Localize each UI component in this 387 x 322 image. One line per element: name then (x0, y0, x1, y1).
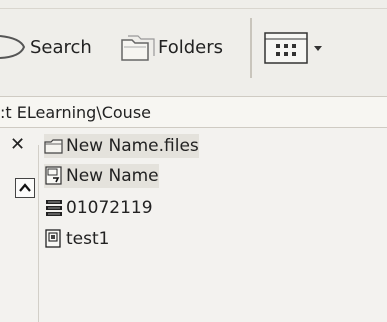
toolbar: Search Folders (0, 0, 387, 96)
list-item[interactable]: test1 (44, 227, 109, 251)
search-button-label: Search (30, 36, 92, 58)
toolbar-separator (250, 18, 252, 78)
file-name: New Name (66, 166, 159, 186)
close-icon[interactable]: ✕ (10, 134, 25, 155)
views-button[interactable] (262, 29, 328, 67)
views-icon (264, 32, 322, 64)
chevron-down-icon (314, 46, 322, 51)
folders-button-label: Folders (158, 36, 224, 58)
search-icon (0, 35, 26, 59)
folders-icon (121, 35, 155, 61)
address-bar[interactable]: :t ELearning\Couse (0, 96, 387, 128)
file-name: New Name.files (66, 136, 199, 156)
pane-divider (38, 145, 39, 322)
folders-button[interactable]: Folders (118, 30, 223, 64)
left-pane (0, 127, 40, 322)
scroll-up-button[interactable] (15, 178, 35, 198)
address-path: :t ELearning\Couse (0, 103, 151, 122)
web-page-icon (45, 166, 62, 185)
folder-icon (44, 139, 63, 154)
list-item[interactable]: 01072119 (44, 196, 153, 220)
file-name: test1 (66, 229, 110, 249)
search-button[interactable]: Search (0, 30, 92, 64)
file-name: 01072119 (66, 198, 153, 218)
list-item[interactable]: New Name (44, 164, 159, 188)
stack-icon (46, 200, 62, 216)
document-icon (45, 229, 61, 248)
chevron-up-icon (19, 183, 31, 192)
list-item[interactable]: New Name.files (44, 134, 199, 158)
toolbar-top-divider (0, 8, 387, 9)
